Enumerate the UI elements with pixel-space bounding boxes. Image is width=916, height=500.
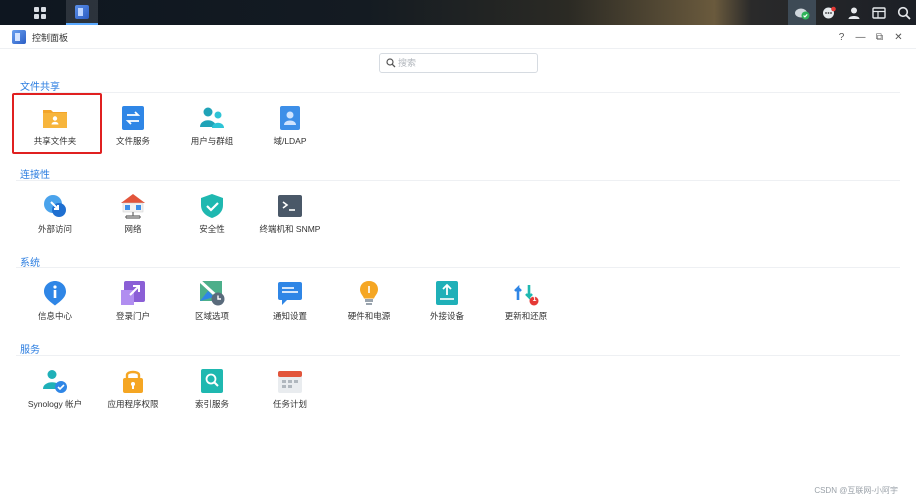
cloud-sync-icon bbox=[795, 8, 810, 19]
section-title-file-sharing: 文件共享 bbox=[20, 82, 60, 93]
item-update-restore[interactable]: 1 更新和还原 bbox=[486, 268, 566, 328]
notifications-button[interactable] bbox=[816, 0, 841, 25]
item-notification[interactable]: 通知设置 bbox=[250, 268, 330, 328]
item-label: 终端机和 SNMP bbox=[259, 224, 321, 234]
info-center-icon bbox=[42, 280, 68, 306]
control-panel-icon bbox=[75, 4, 89, 19]
window-title: 控制面板 bbox=[32, 33, 69, 43]
notification-icon bbox=[277, 280, 303, 306]
selection-highlight bbox=[12, 93, 102, 154]
item-file-services[interactable]: 文件服务 bbox=[93, 93, 173, 153]
section-title-services: 服务 bbox=[20, 345, 40, 356]
security-shield-icon bbox=[199, 193, 225, 219]
login-portal-icon bbox=[120, 280, 146, 306]
search-input[interactable] bbox=[398, 56, 532, 70]
sync-status-button[interactable] bbox=[788, 0, 816, 25]
item-domain-ldap[interactable]: 域/LDAP bbox=[250, 93, 330, 153]
external-devices-icon bbox=[434, 280, 460, 306]
users-groups-icon bbox=[199, 105, 225, 131]
item-label: 更新和还原 bbox=[504, 311, 548, 321]
help-button[interactable]: ? bbox=[832, 28, 851, 46]
search-box[interactable] bbox=[379, 53, 538, 73]
widgets-button[interactable] bbox=[866, 0, 891, 25]
search-taskbar-button[interactable] bbox=[891, 0, 916, 25]
terminal-snmp-icon bbox=[277, 193, 303, 219]
search-icon bbox=[897, 6, 911, 20]
restore-button[interactable]: ⧉ bbox=[870, 28, 889, 46]
synology-account-icon bbox=[42, 368, 68, 394]
app-privileges-icon bbox=[120, 368, 146, 394]
watermark: CSDN @互联网-小阿宇 bbox=[814, 486, 898, 495]
domain-ldap-icon bbox=[277, 105, 303, 131]
control-panel-icon bbox=[12, 30, 26, 44]
item-app-privileges[interactable]: 应用程序权限 bbox=[93, 356, 173, 416]
item-external-devices[interactable]: 外接设备 bbox=[407, 268, 487, 328]
widgets-icon bbox=[871, 6, 886, 19]
minimize-button[interactable]: — bbox=[851, 28, 870, 46]
file-services-icon bbox=[120, 105, 146, 131]
external-access-icon bbox=[42, 193, 68, 219]
item-task-scheduler[interactable]: 任务计划 bbox=[250, 356, 330, 416]
main-menu-button[interactable] bbox=[20, 0, 60, 25]
item-terminal-snmp[interactable]: 终端机和 SNMP bbox=[250, 181, 330, 241]
chat-notification-icon bbox=[822, 6, 836, 18]
section-title-connectivity: 连接性 bbox=[20, 170, 50, 181]
indexing-service-icon bbox=[199, 368, 225, 394]
item-login-portal[interactable]: 登录门户 bbox=[93, 268, 173, 328]
taskbar bbox=[0, 0, 916, 25]
regional-options-icon bbox=[198, 279, 225, 306]
task-scheduler-icon bbox=[277, 368, 303, 394]
close-button[interactable]: ✕ bbox=[889, 28, 908, 46]
item-network[interactable]: 网络 bbox=[93, 181, 173, 241]
window-titlebar: 控制面板 ? — ⧉ ✕ bbox=[0, 25, 916, 49]
update-badge: 1 bbox=[532, 296, 537, 303]
hardware-power-icon bbox=[356, 280, 382, 306]
update-restore-icon: 1 bbox=[513, 280, 539, 306]
item-label: 域/LDAP bbox=[273, 136, 307, 146]
grid-icon bbox=[34, 6, 46, 19]
item-label: 任务计划 bbox=[272, 399, 307, 409]
search-icon bbox=[386, 58, 396, 68]
network-icon bbox=[120, 193, 146, 219]
user-icon bbox=[848, 7, 859, 19]
taskbar-control-panel-button[interactable] bbox=[66, 0, 98, 25]
user-menu-button[interactable] bbox=[841, 0, 866, 25]
